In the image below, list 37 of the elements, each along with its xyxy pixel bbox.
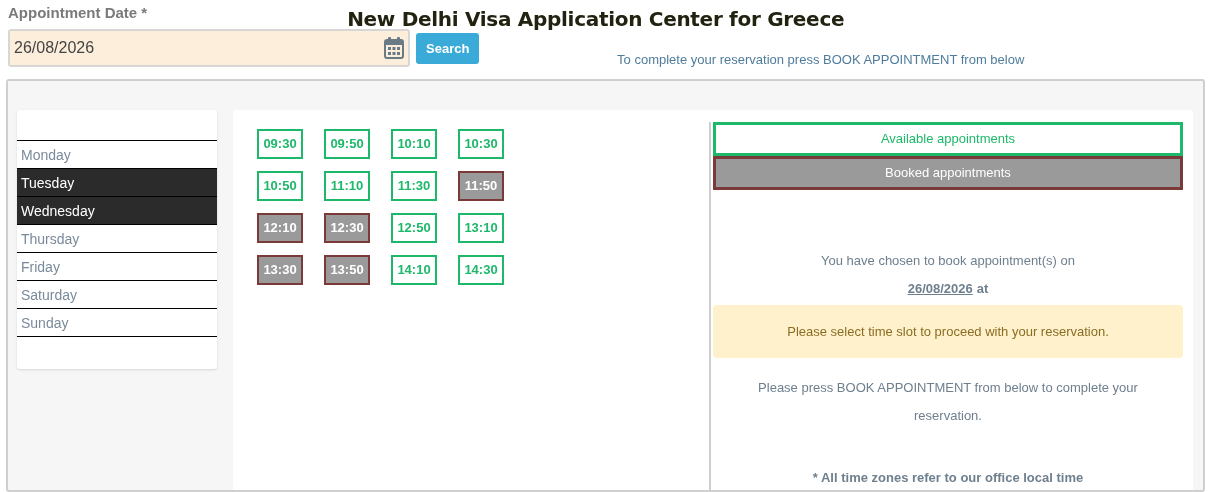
time-slot[interactable]: 14:30	[458, 255, 504, 285]
day-item[interactable]: Tuesday	[17, 168, 217, 196]
summary-suffix: at	[976, 280, 989, 298]
date-field[interactable]: 26/08/2026	[8, 29, 410, 67]
time-slot[interactable]: 11:10	[324, 171, 370, 201]
alert-box: Please select time slot to proceed with your reservation.	[713, 305, 1183, 358]
day-item[interactable]: Thursday	[17, 224, 217, 252]
time-slot[interactable]: 11:50	[458, 171, 504, 201]
time-slot[interactable]: 10:50	[257, 171, 303, 201]
day-item[interactable]: Wednesday	[17, 196, 217, 224]
day-item[interactable]: Friday	[17, 252, 217, 280]
search-button[interactable]: Search	[416, 33, 480, 64]
time-slot[interactable]: 12:50	[391, 213, 437, 243]
time-slot[interactable]: 12:10	[257, 213, 303, 243]
day-item[interactable]: Sunday	[17, 308, 217, 336]
calendar-icon[interactable]	[384, 37, 404, 59]
time-slot[interactable]: 10:10	[391, 129, 437, 159]
time-slot[interactable]: 10:30	[458, 129, 504, 159]
instruction-text: Please press BOOK APPOINTMENT from below to complete your reservation.	[757, 379, 1139, 425]
summary-text: You have chosen to book appointment(s) on	[820, 252, 1076, 270]
time-slot[interactable]: 13:10	[458, 213, 504, 243]
instruction-text: To complete your reservation press BOOK APPOINTMENT from below	[617, 52, 1025, 68]
day-item[interactable]: Monday	[17, 140, 217, 168]
time-slot[interactable]: 14:10	[391, 255, 437, 285]
page-title: New Delhi Visa Application Center for Greece	[347, 6, 845, 32]
time-slot[interactable]: 12:30	[324, 213, 370, 243]
time-slot[interactable]: 13:30	[257, 255, 303, 285]
time-slot[interactable]: 09:30	[257, 129, 303, 159]
footnote-text: * All time zones refer to our office local time	[811, 470, 1085, 486]
time-slot[interactable]: 11:30	[391, 171, 437, 201]
legend-item: Available appointments	[713, 122, 1183, 156]
date-link[interactable]: 26/08/2026	[907, 275, 973, 303]
time-slot[interactable]: 09:50	[324, 129, 370, 159]
legend-item: Booked appointments	[713, 156, 1183, 190]
day-item[interactable]: Saturday	[17, 280, 217, 308]
field-label: Appointment Date *	[8, 3, 148, 23]
time-slot[interactable]: 13:50	[324, 255, 370, 285]
